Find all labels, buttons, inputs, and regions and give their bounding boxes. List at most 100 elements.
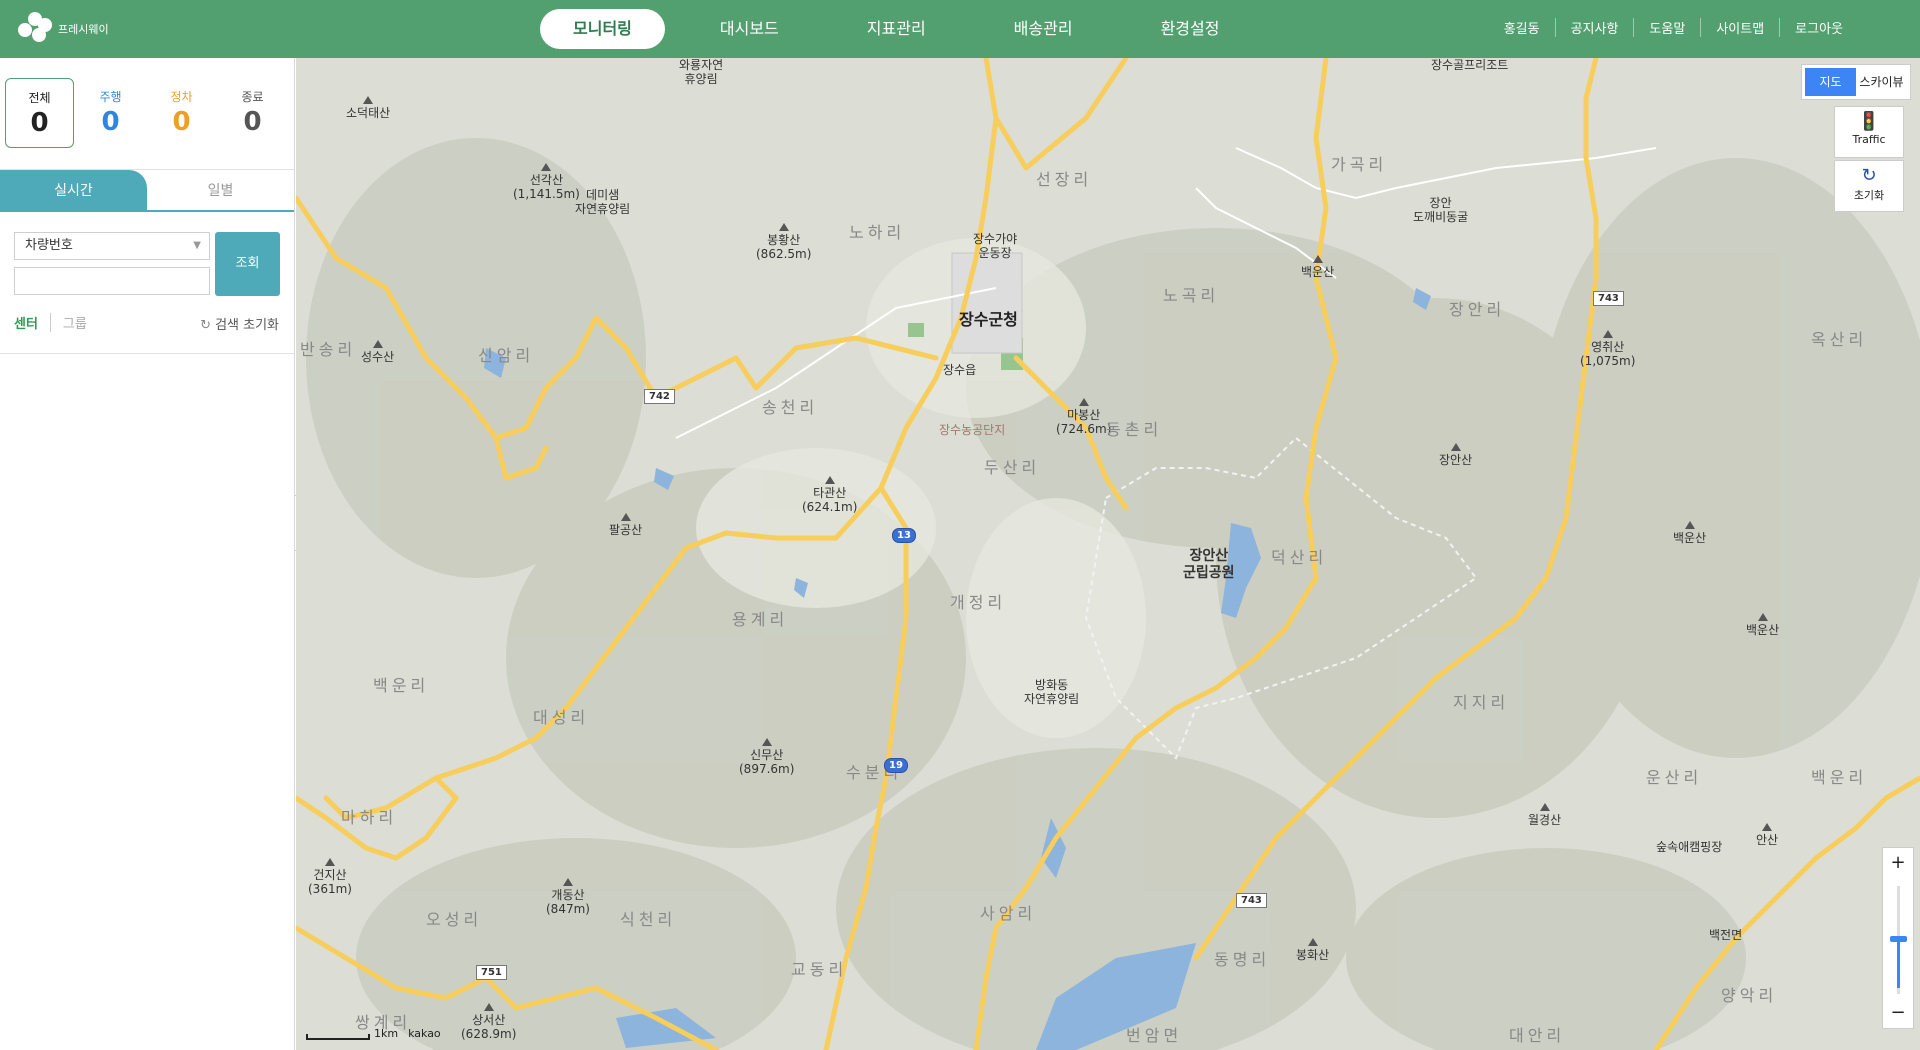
filter-group[interactable]: 그룹	[49, 313, 87, 332]
route-shield: 751	[476, 965, 507, 980]
stat-stopped-value: 0	[172, 107, 191, 137]
map-village-label: 대안리	[1509, 1026, 1566, 1045]
stat-stopped[interactable]: 정차 0	[147, 78, 216, 148]
map-place-label: 숲속애캠핑장	[1656, 840, 1723, 854]
zoom-out-button[interactable]: −	[1883, 998, 1913, 1028]
vehicle-search-panel: 차량번호 ▼ 조회 센터 그룹 ↻ 검색 초기화	[0, 212, 294, 354]
scale-line	[306, 1034, 370, 1040]
stat-ended[interactable]: 종료 0	[218, 78, 287, 148]
map-village-label: 선장리	[1036, 170, 1093, 189]
search-button[interactable]: 조회	[215, 232, 280, 296]
map-village-label: 번암면	[1126, 1026, 1183, 1045]
traffic-label: Traffic	[1852, 133, 1886, 146]
zoom-slider-handle[interactable]	[1890, 936, 1907, 942]
map-village-label: 교동리	[791, 960, 848, 979]
map-place-label: 봉황산 (862.5m)	[756, 223, 811, 262]
park-label: 장안산 군립공원	[1183, 548, 1235, 581]
map-place-label: 봉화산	[1296, 938, 1329, 962]
map-village-label: 개정리	[950, 593, 1007, 612]
map-place-label: 백전면	[1709, 928, 1743, 942]
map-provider-label: kakao	[408, 1027, 441, 1040]
map-place-label: 상서산 (628.9m)	[461, 1003, 516, 1042]
map-view[interactable]: 소덕태산 선각산 (1,141.5m) 데미샘 자연휴양림 봉황산 (862.5m) …	[296, 58, 1920, 1050]
map-scale-bar: 1km kakao	[306, 1027, 441, 1040]
dropdown-arrow-icon: ▼	[193, 240, 201, 251]
sitemap-link[interactable]: 사이트맵	[1700, 18, 1779, 37]
map-village-label: 운산리	[1646, 768, 1703, 787]
stat-total[interactable]: 전체 0	[5, 78, 75, 148]
utility-links: 홍길동 공지사항 도움말 사이트맵 로그아웃	[1489, 18, 1858, 37]
map-place-label: 백운산	[1301, 255, 1334, 279]
map-place-label: 장수가야 운동장	[973, 232, 1018, 261]
route-shield: 13	[892, 528, 916, 543]
nav-item-dashboard[interactable]: 대시보드	[687, 9, 812, 49]
map-village-label: 백운리	[373, 676, 430, 695]
stat-total-value: 0	[30, 108, 49, 138]
zoom-in-button[interactable]: +	[1883, 848, 1913, 878]
map-village-label: 대성리	[533, 708, 590, 727]
stat-ended-label: 종료	[241, 90, 264, 104]
map-terrain	[296, 58, 1920, 1050]
nav-item-delivery[interactable]: 배송관리	[981, 9, 1106, 49]
map-reset-button[interactable]: ↻ 초기화	[1834, 160, 1904, 212]
tab-daily[interactable]: 일별	[147, 170, 294, 210]
map-place-label: 팔공산	[609, 513, 642, 537]
map-type-skyview[interactable]: 스카이뷰	[1856, 68, 1907, 96]
map-place-label: 데미샘 자연휴양림	[575, 188, 631, 217]
stat-driving-label: 주행	[99, 90, 122, 104]
logout-link[interactable]: 로그아웃	[1779, 18, 1858, 37]
traffic-light-icon: 🚦	[1857, 111, 1881, 132]
map-reset-label: 초기화	[1853, 189, 1885, 202]
map-place-label: 방화동 자연휴양림	[1024, 678, 1080, 707]
map-village-label: 송천리	[762, 398, 819, 417]
search-type-select[interactable]: 차량번호 ▼	[14, 232, 210, 260]
stat-ended-value: 0	[243, 107, 262, 137]
map-village-label: 양악리	[1721, 986, 1778, 1005]
search-reset-button[interactable]: ↻ 검색 초기화	[200, 314, 279, 333]
stat-stopped-label: 정차	[170, 90, 193, 104]
tab-realtime[interactable]: 실시간	[0, 170, 147, 210]
help-link[interactable]: 도움말	[1633, 18, 1700, 37]
map-place-label: 장수읍	[943, 363, 977, 377]
route-shield: 742	[644, 389, 675, 404]
map-village-label: 신암리	[478, 346, 535, 365]
top-navigation-bar: 프레시웨이 모니터링 대시보드 지표관리 배송관리 환경설정 홍길동 공지사항 …	[0, 0, 1920, 58]
map-place-label: 성수산	[361, 340, 394, 364]
logo-text: 프레시웨이	[58, 24, 109, 36]
map-place-label: 소덕태산	[346, 96, 390, 120]
search-type-value: 차량번호	[25, 238, 73, 253]
map-village-label: 지지리	[1453, 693, 1510, 712]
map-place-label: 장안 도깨비동굴	[1413, 196, 1469, 225]
vehicle-status-summary: 전체 0 주행 0 정차 0 종료 0	[0, 58, 294, 170]
scale-label: 1km	[374, 1027, 399, 1040]
filter-center[interactable]: 센터	[14, 313, 38, 332]
user-name-link[interactable]: 홍길동	[1489, 18, 1555, 37]
nav-item-indicators[interactable]: 지표관리	[834, 9, 959, 49]
map-type-toggle: 지도 스카이뷰	[1801, 64, 1911, 100]
map-village-label: 노곡리	[1163, 286, 1220, 305]
map-place-label: 영취산 (1,075m)	[1580, 330, 1635, 369]
map-village-label: 두산리	[984, 458, 1041, 477]
vehicle-number-input[interactable]	[14, 267, 210, 295]
map-village-label: 동명리	[1214, 950, 1271, 969]
map-place-label: 장안산	[1439, 443, 1472, 467]
nav-item-monitoring[interactable]: 모니터링	[540, 9, 665, 49]
notice-link[interactable]: 공지사항	[1554, 18, 1634, 37]
map-village-label: 덕산리	[1271, 548, 1328, 567]
refresh-icon: ↻	[200, 318, 212, 333]
nav-item-settings[interactable]: 환경설정	[1128, 9, 1253, 49]
map-village-label: 반송리	[300, 340, 357, 359]
map-type-map[interactable]: 지도	[1805, 68, 1856, 96]
stat-driving-value: 0	[101, 107, 120, 137]
logo-icon	[18, 12, 52, 46]
map-place-label: 마봉산 (724.6m)	[1056, 398, 1111, 437]
route-shield: 743	[1593, 291, 1624, 306]
refresh-icon: ↻	[1861, 165, 1877, 186]
map-place-label: 장수농공단지	[939, 423, 1006, 437]
traffic-button[interactable]: 🚦 Traffic	[1834, 106, 1904, 158]
map-village-label: 오성리	[426, 910, 483, 929]
logo[interactable]: 프레시웨이	[18, 12, 109, 46]
map-place-label: 선각산 (1,141.5m)	[513, 163, 580, 202]
zoom-slider-fill	[1897, 940, 1900, 988]
stat-driving[interactable]: 주행 0	[76, 78, 145, 148]
